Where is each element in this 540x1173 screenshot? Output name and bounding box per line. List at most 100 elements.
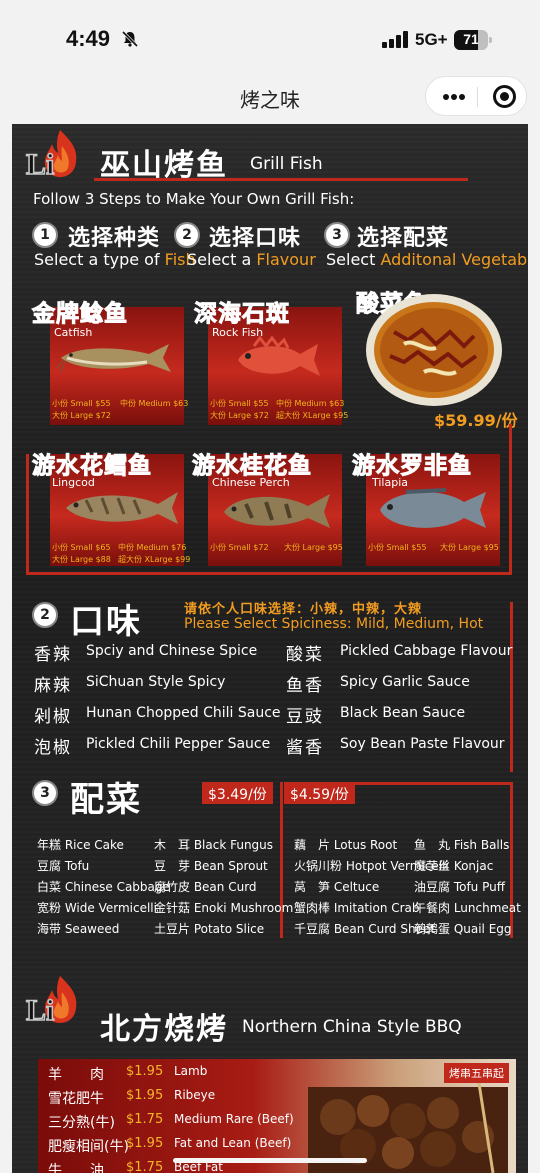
step-badge-3-section: 3 — [32, 780, 58, 806]
bbq-item-row: 肥瘦相间(牛) $1.95 Fat and Lean (Beef) — [48, 1136, 308, 1158]
rockfish-photo-icon — [238, 335, 320, 376]
flavour-name-en: Pickled Chili Pepper Sauce — [86, 736, 271, 752]
step-sub-1: Select a type of Fish — [34, 250, 196, 269]
flavour-name-en: Soy Bean Paste Flavour — [340, 736, 505, 752]
step-sub-2: Select a Flavour — [187, 250, 316, 269]
spiciness-note-cn: 请依个人口味选择：小辣，中辣，大辣 — [184, 602, 423, 617]
step-badge-2-section: 2 — [32, 602, 58, 628]
chinese-perch-photo-icon — [224, 494, 330, 528]
section-title-sides: 配菜 — [70, 780, 142, 820]
flavour-name-cn: 香辣 — [34, 645, 72, 665]
bbq-title-en: Northern China Style BBQ — [242, 1017, 462, 1037]
fish-name-cn: 金牌鲶鱼 — [32, 301, 128, 328]
frame-line — [509, 424, 512, 574]
bbq-item-price: $1.75 — [126, 1112, 164, 1127]
network-type: 5G+ — [415, 30, 448, 49]
catfish-photo-icon — [57, 344, 171, 373]
bbq-item-price: $1.95 — [126, 1064, 164, 1079]
flavour-name-cn: 鱼香 — [286, 676, 324, 696]
fish-price: 中份 Medium $76 — [118, 543, 187, 552]
frame-line — [26, 572, 512, 575]
fish-price: 小份 Small $55 — [210, 399, 269, 408]
status-time: 4:49 — [66, 26, 111, 51]
status-bar: 4:49 5G+ 71 — [0, 0, 540, 72]
side-dish-item: 白菜 Chinese Cabbage — [37, 880, 170, 894]
side-dish-item: 豆腐 Tofu — [37, 859, 90, 873]
fish-name-cn: 游水桂花鱼 — [192, 453, 312, 480]
mini-program-navbar: 烤之味 — [0, 72, 540, 122]
bbq-menu-panel: 烤串五串起 羊 肉 $1.95 Lamb 雪花肥牛 $1.95 Ribeye 三分熟(牛) $… — [38, 1059, 516, 1173]
bbq-item-name-cn: 牛 油 — [48, 1163, 104, 1173]
side-dish-item: 金针菇 Enoki Mushroom — [154, 901, 294, 915]
fish-price: 大份 Large $72 — [210, 411, 269, 420]
fish-price: 中份 Medium $63 — [120, 399, 189, 408]
fish-price: 小份 Small $72 — [210, 543, 269, 552]
bbq-item-name-en: Lamb — [174, 1064, 208, 1078]
fish-price-flat: $59.99/份 — [434, 411, 518, 430]
side-dish-item: 蟹肉棒 Imitation Crab — [294, 901, 420, 915]
spiciness-note-en: Please Select Spiciness: Mild, Medium, H… — [184, 616, 484, 632]
side-dish-item: 鹌鹑蛋 Quail Egg — [414, 922, 512, 936]
flavour-name-en: Black Bean Sauce — [340, 705, 466, 721]
fish-name-cn: 深海石斑 — [194, 301, 290, 328]
flavour-name-en: Hunan Chopped Chili Sauce — [86, 705, 281, 721]
side-dish-item: 午餐肉 Lunchmeat — [414, 901, 521, 915]
fish-name-cn: 游水罗非鱼 — [352, 453, 472, 480]
capsule-divider — [477, 87, 478, 107]
tilapia-photo-icon — [380, 488, 486, 528]
side-dish-item: 年糕 Rice Cake — [37, 838, 124, 852]
bbq-min-order-tag: 烤串五串起 — [444, 1063, 509, 1083]
bbq-item-name-cn: 肥瘦相间(牛) — [48, 1139, 129, 1155]
side-dish-item: 油豆腐 Tofu Puff — [414, 880, 505, 894]
fish-price: 大份 Large $72 — [52, 411, 111, 420]
side-dish-item: 腐竹皮 Bean Curd — [154, 880, 257, 894]
flavour-name-cn: 酸菜 — [286, 645, 324, 665]
flavour-name-en: Spciy and Chinese Spice — [86, 643, 258, 659]
fish-price: 小份 Small $55 — [368, 543, 427, 552]
price-tag-basic-sides: $3.49/份 — [202, 782, 273, 804]
fish-price: 小份 Small $55 — [52, 399, 111, 408]
side-dish-item: 木 耳 Black Fungus — [154, 838, 274, 852]
bbq-item-name-cn: 羊 肉 — [48, 1067, 104, 1083]
side-dish-item: 莴 笋 Celtuce — [294, 880, 380, 894]
flavour-name-cn: 酱香 — [286, 738, 324, 758]
menu-image: Li 巫山烤鱼 Grill Fish Follow 3 Steps to Mak… — [12, 124, 528, 1173]
flavour-name-cn: 泡椒 — [34, 738, 72, 758]
step-title-2: 选择口味 — [209, 226, 302, 251]
fish-price: 小份 Small $65 — [52, 543, 111, 552]
side-dish-item: 藕 片 Lotus Root — [294, 838, 398, 852]
side-dish-item: 魔芋丝 Konjac — [414, 859, 494, 873]
bbq-item-row: 羊 肉 $1.95 Lamb — [48, 1064, 308, 1086]
battery-icon: 71 — [454, 30, 492, 50]
muted-bell-icon — [121, 30, 139, 48]
close-mini-program-icon[interactable] — [493, 85, 516, 108]
bbq-title-cn: 北方烧烤 — [100, 1012, 228, 1047]
restaurant-logo: Li — [25, 128, 88, 182]
bbq-item-name-cn: 雪花肥牛 — [48, 1091, 104, 1107]
bbq-item-name-cn: 三分熟(牛) — [48, 1115, 115, 1131]
side-dish-item: 海带 Seaweed — [37, 922, 120, 936]
section-title-en: Grill Fish — [250, 154, 323, 174]
step-badge-2: 2 — [174, 222, 200, 248]
flavour-name-cn: 麻辣 — [34, 676, 72, 696]
fish-price: 超大份 XLarge $99 — [118, 555, 191, 564]
more-options-icon[interactable] — [440, 82, 468, 110]
flavour-name-cn: 豆豉 — [286, 707, 324, 727]
frame-line — [352, 782, 512, 785]
step-badge-3: 3 — [324, 222, 350, 248]
bbq-item-name-en: Ribeye — [174, 1088, 216, 1102]
cellular-signal-icon — [382, 31, 408, 48]
bbq-item-name-en: Medium Rare (Beef) — [174, 1112, 294, 1126]
bbq-item-price: $1.95 — [126, 1136, 164, 1151]
step-title-1: 选择种类 — [68, 226, 161, 251]
flavour-name-en: Pickled Cabbage Flavour — [340, 643, 513, 659]
fish-price: 超大份 XLarge $95 — [276, 411, 349, 420]
flavour-name-en: SiChuan Style Spicy — [86, 674, 226, 690]
mini-program-capsule — [425, 76, 527, 116]
bbq-item-row: 三分熟(牛) $1.75 Medium Rare (Beef) — [48, 1112, 308, 1134]
fish-price: 大份 Large $95 — [284, 543, 343, 552]
title-underline — [94, 178, 468, 181]
side-dish-item: 土豆片 Potato Slice — [154, 922, 265, 936]
bbq-item-price: $1.95 — [126, 1088, 164, 1103]
intro-text: Follow 3 Steps to Make Your Own Grill Fi… — [33, 190, 355, 208]
